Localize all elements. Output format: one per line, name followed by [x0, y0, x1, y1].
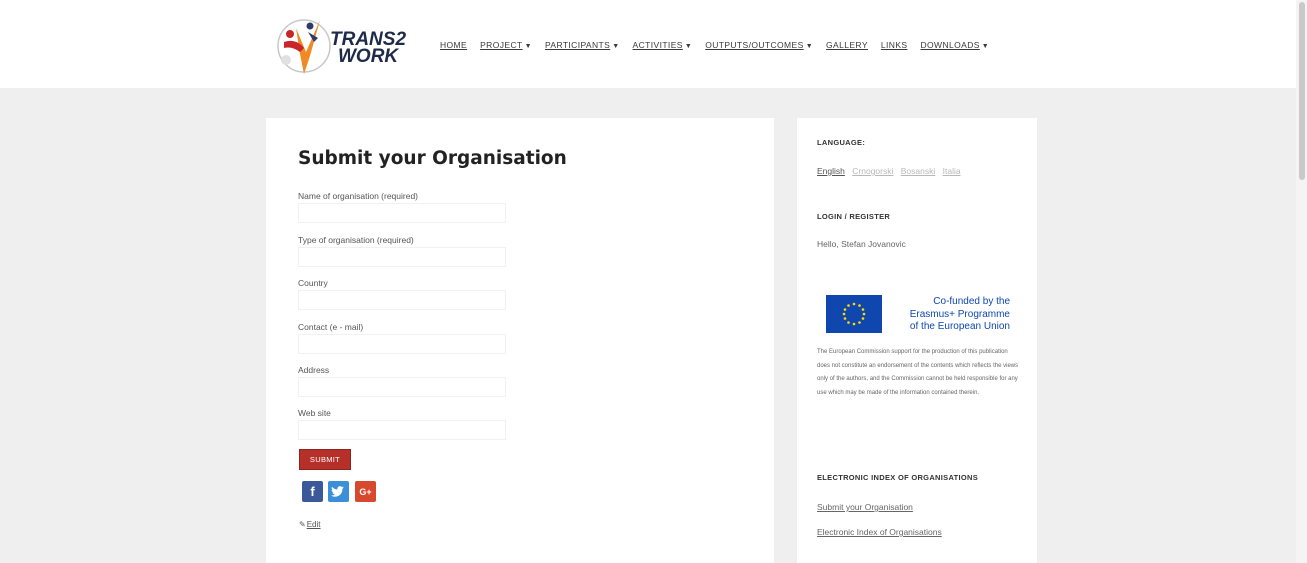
edit-label: Edit: [306, 520, 321, 529]
website-label: Web site: [298, 408, 331, 418]
language-bosanski[interactable]: Bosanski: [901, 166, 936, 176]
language-list: English Crnogorski Bosanski Italia: [817, 166, 966, 176]
eu-cofunded-logo: Co-funded by the Erasmus+ Programme of t…: [826, 295, 1011, 337]
address-label: Address: [298, 365, 330, 375]
eu-text-line-1: Co-funded by the: [933, 296, 1010, 307]
edit-link[interactable]: ✎Edit: [299, 520, 321, 529]
logo-text: TRANS2 WORK: [330, 30, 406, 67]
language-italia[interactable]: Italia: [943, 166, 961, 176]
contact-email-input[interactable]: [298, 334, 506, 354]
nav-project[interactable]: PROJECT ▼: [480, 40, 532, 54]
facebook-icon[interactable]: f: [302, 481, 323, 502]
nav-outputs-outcomes[interactable]: OUTPUTS/OUTCOMES ▼: [705, 40, 813, 54]
organisation-type-input[interactable]: [298, 247, 506, 267]
twitter-icon[interactable]: [328, 481, 349, 502]
main-nav: HOME PROJECT ▼ PARTICIPANTS ▼ ACTIVITIES ▼ …: [440, 40, 1002, 54]
eu-text-line-2: Erasmus+ Programme: [909, 308, 1010, 320]
country-input[interactable]: [298, 290, 506, 310]
nav-links[interactable]: LINKS: [881, 40, 908, 54]
electronic-index-heading: ELECTRONIC INDEX OF ORGANISATIONS: [817, 473, 979, 482]
google-plus-icon[interactable]: G+: [355, 481, 376, 502]
scrollbar-thumb[interactable]: [1299, 2, 1305, 180]
logo-line-2: WORK: [338, 46, 399, 67]
login-register-heading: LOGIN / REGISTER: [817, 212, 891, 221]
caret-down-icon: ▼: [684, 43, 693, 50]
website-input[interactable]: [298, 420, 506, 440]
submit-organisation-link[interactable]: Submit your Organisation: [817, 502, 913, 512]
country-label: Country: [298, 278, 328, 288]
site-header: TRANS2 WORK HOME PROJECT ▼ PARTICIPANTS ▼ …: [0, 0, 1296, 88]
eu-text-line-3: of the European Union: [909, 321, 1010, 332]
submit-button[interactable]: SUBMIT: [299, 449, 351, 470]
language-crnogorski[interactable]: Crnogorski: [852, 166, 893, 176]
nav-activities[interactable]: ACTIVITIES ▼: [633, 40, 693, 54]
eu-cofunded-text: Co-funded by the Erasmus+ Programme of t…: [888, 296, 1010, 334]
submit-organisation-form: Submit your Organisation Name of organis…: [266, 118, 774, 563]
contact-email-label: Contact (e - mail): [298, 322, 364, 332]
address-input[interactable]: [298, 377, 506, 397]
nav-participants[interactable]: PARTICIPANTS ▼: [545, 40, 620, 54]
site-logo[interactable]: TRANS2 WORK: [274, 12, 424, 80]
caret-down-icon: ▼: [805, 43, 814, 50]
page-title: Submit your Organisation: [298, 148, 567, 169]
caret-down-icon: ▼: [612, 43, 620, 50]
caret-down-icon: ▼: [981, 43, 990, 50]
eu-flag-icon: [826, 295, 882, 333]
pencil-icon: ✎: [299, 520, 306, 529]
logo-figure-icon: [277, 19, 331, 74]
organisation-name-input[interactable]: [298, 203, 506, 223]
language-english[interactable]: English: [817, 166, 845, 176]
nav-downloads[interactable]: DOWNLOADS ▼: [920, 40, 989, 54]
organisation-name-label: Name of organisation (required): [298, 191, 419, 201]
nav-home[interactable]: HOME: [440, 40, 467, 54]
hello-user-text: Hello, Stefan Jovanovic: [817, 239, 906, 249]
nav-gallery[interactable]: GALLERY: [826, 40, 868, 54]
organisation-type-label: Type of organisation (required): [298, 235, 414, 245]
sidebar: LANGUAGE: English Crnogorski Bosanski It…: [797, 118, 1037, 563]
language-heading: LANGUAGE:: [817, 138, 866, 147]
caret-down-icon: ▼: [524, 43, 532, 50]
electronic-index-link[interactable]: Electronic Index of Organisations: [817, 527, 942, 537]
eu-disclaimer-text: The European Commission support for the …: [817, 349, 1019, 396]
